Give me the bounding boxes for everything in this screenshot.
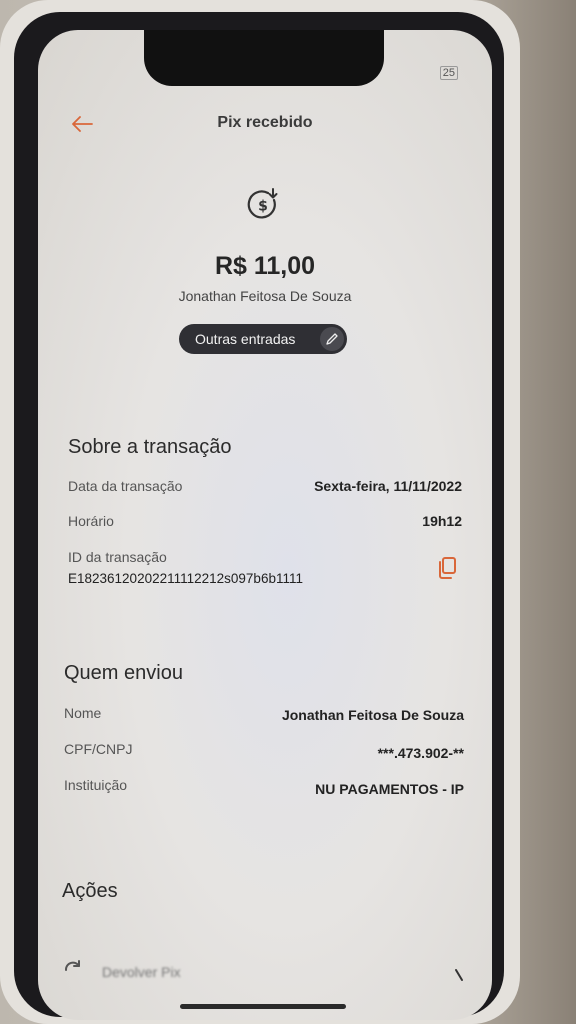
section-title-transaction: Sobre a transação bbox=[68, 436, 232, 458]
home-indicator bbox=[180, 1004, 346, 1009]
copy-icon[interactable] bbox=[436, 556, 458, 585]
dollar-arrow-down-icon: $ bbox=[244, 186, 282, 229]
sender-name-label: Nome bbox=[64, 705, 102, 721]
time-value: 19h12 bbox=[422, 513, 462, 529]
phone-bezel: 25 Pix recebido $ R$ 11,00 Jonathan Feit… bbox=[14, 12, 504, 1020]
date-label: Data da transação bbox=[68, 478, 183, 494]
battery-indicator: 25 bbox=[439, 66, 458, 80]
sender-name-value: Jonathan Feitosa De Souza bbox=[281, 707, 464, 723]
institution-value: NU PAGAMENTOS - IP bbox=[315, 781, 464, 797]
institution-label: Instituição bbox=[64, 777, 128, 793]
transaction-id-label: ID da transação bbox=[68, 549, 167, 565]
time-label: Horário bbox=[68, 513, 114, 529]
phone-screen: 25 Pix recebido $ R$ 11,00 Jonathan Feit… bbox=[38, 30, 492, 1020]
pencil-icon[interactable] bbox=[320, 327, 344, 351]
sender-name: Jonathan Feitosa De Souza bbox=[178, 288, 352, 304]
date-value: Sexta-feira, 11/11/2022 bbox=[314, 478, 462, 494]
section-title-sender: Quem enviou bbox=[64, 662, 183, 684]
category-chip[interactable]: Outras entradas bbox=[179, 324, 347, 354]
section-title-actions: Ações bbox=[62, 880, 118, 902]
category-chip-label: Outras entradas bbox=[195, 331, 296, 347]
refresh-icon[interactable] bbox=[62, 958, 84, 985]
page-title: Pix recebido bbox=[217, 114, 313, 131]
cpf-cnpj-label: CPF/CNPJ bbox=[64, 741, 133, 757]
chevron-right-icon[interactable] bbox=[454, 968, 464, 987]
transaction-id-value: E18236120202211112212s097b6b1111 bbox=[68, 571, 303, 586]
cpf-cnpj-value: ***.473.902-** bbox=[377, 745, 464, 761]
transaction-amount: R$ 11,00 bbox=[214, 252, 316, 280]
camera-notch bbox=[144, 30, 384, 86]
svg-text:$: $ bbox=[258, 199, 268, 215]
refund-pix-action[interactable]: Devolver Pix bbox=[102, 964, 181, 980]
